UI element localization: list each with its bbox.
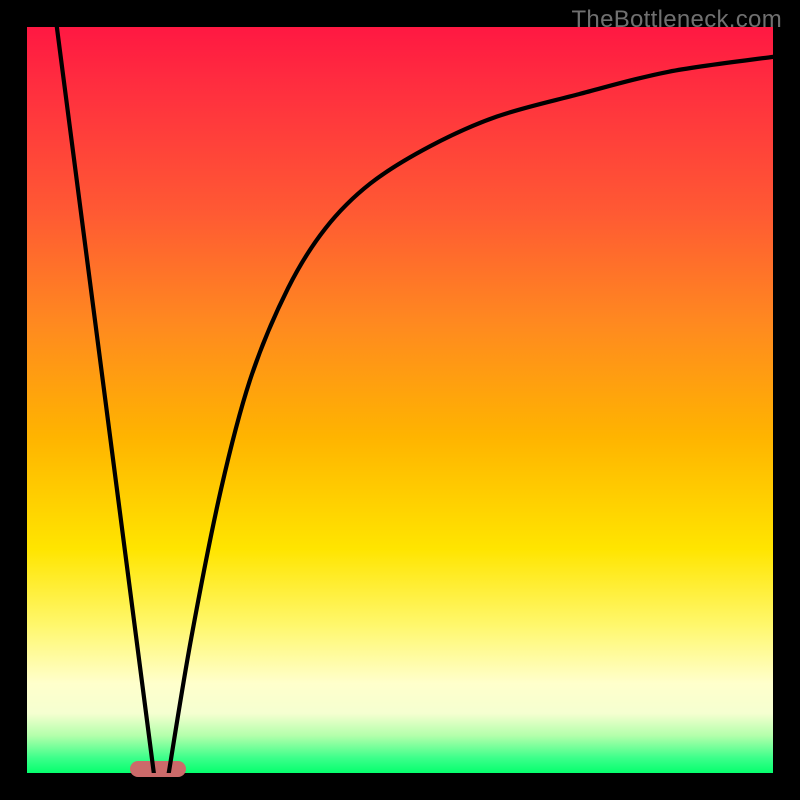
chart-plot-area [27, 27, 773, 773]
watermark-text: TheBottleneck.com [571, 6, 782, 34]
chart-line-path [57, 27, 773, 773]
chart-curve-svg [27, 27, 773, 773]
chart-frame: TheBottleneck.com [0, 0, 800, 800]
